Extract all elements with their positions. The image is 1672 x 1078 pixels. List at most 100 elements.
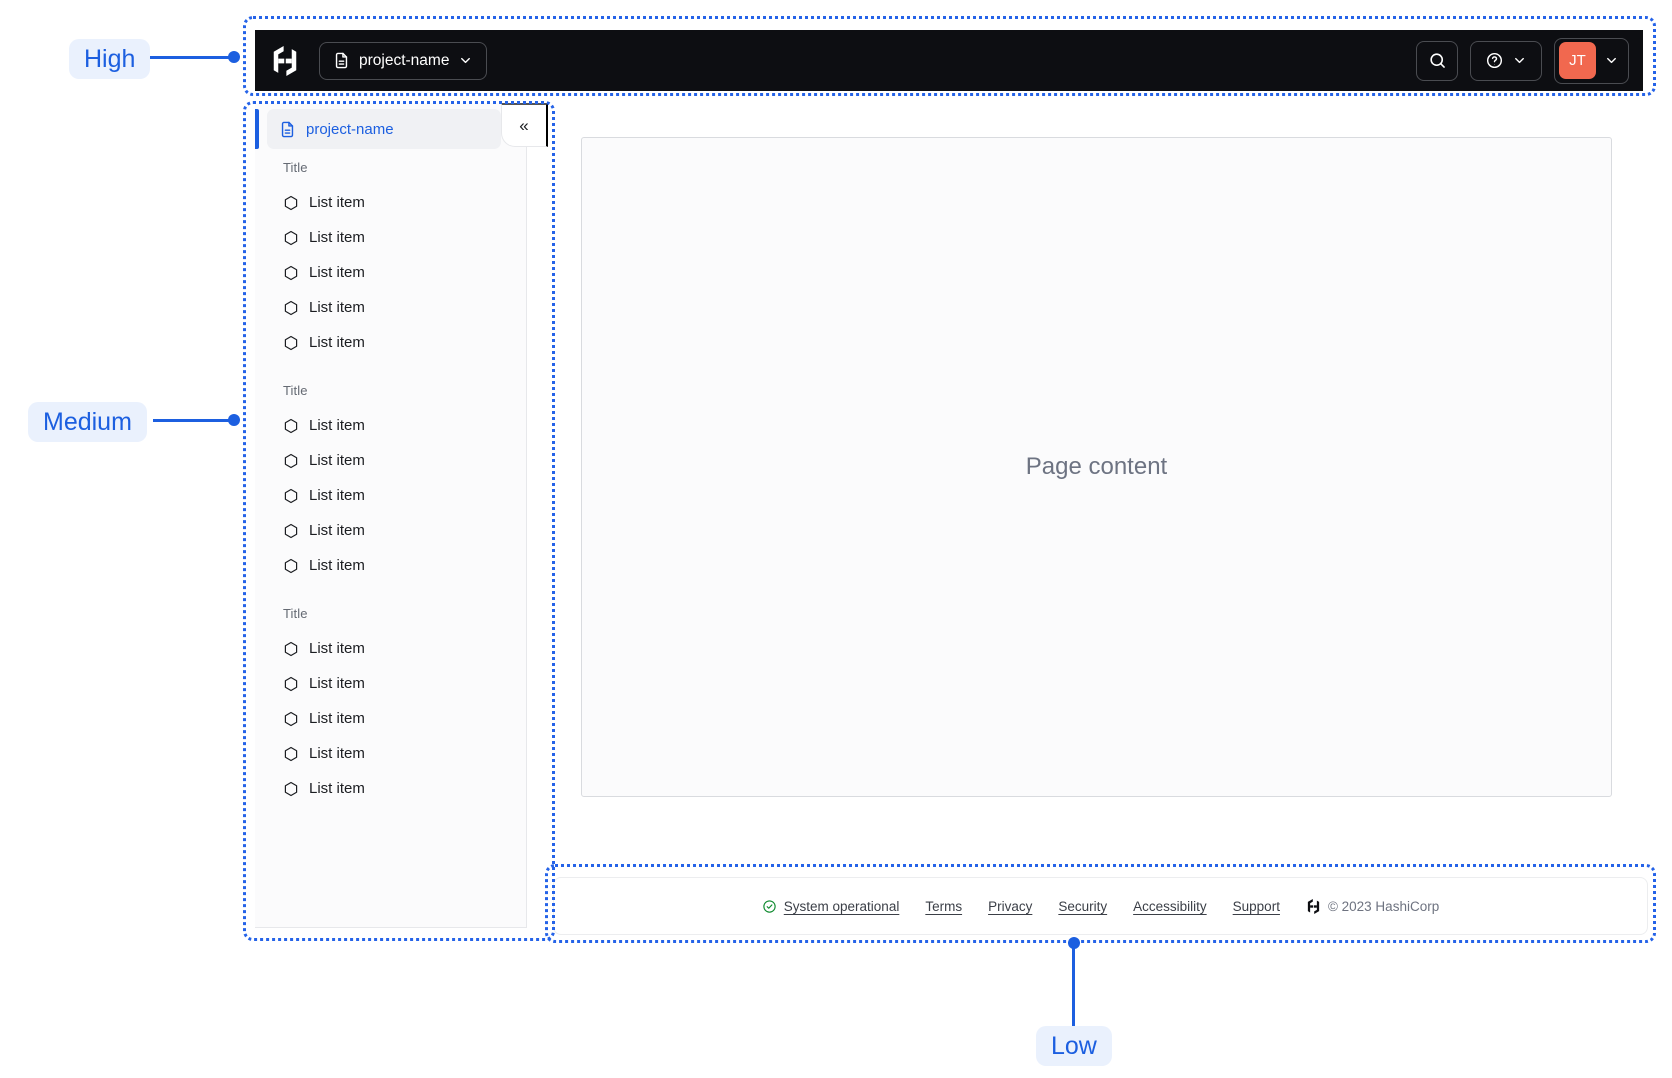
hexagon-icon	[284, 300, 298, 315]
sidebar-list-item[interactable]: List item	[255, 701, 526, 736]
sidebar-list-item[interactable]: List item	[255, 255, 526, 290]
list-item-label: List item	[309, 675, 365, 692]
sidebar-project-label: project-name	[306, 120, 394, 138]
hashicorp-logo[interactable]	[269, 45, 301, 77]
footer: System operational Terms Privacy Securit…	[553, 877, 1648, 935]
list-item-label: List item	[309, 229, 365, 246]
annotated-screenshot: project-name JT project-name Title List …	[0, 0, 1672, 1078]
sidebar-group: Title List item List item List item List…	[255, 583, 526, 806]
annotation-label-low: Low	[1036, 1026, 1112, 1066]
chevron-down-icon	[1607, 57, 1616, 64]
top-navbar: project-name JT	[255, 30, 1643, 91]
footer-links: Terms Privacy Security Accessibility Sup…	[925, 899, 1280, 914]
footer-row: System operational Terms Privacy Securit…	[762, 898, 1440, 914]
footer-link[interactable]: Privacy	[988, 899, 1032, 914]
sidebar: project-name Title List item List item L…	[255, 103, 527, 928]
list-item-label: List item	[309, 710, 365, 727]
footer-link[interactable]: Terms	[925, 899, 962, 914]
list-item-label: List item	[309, 640, 365, 657]
sidebar-list-item[interactable]: List item	[255, 443, 526, 478]
sidebar-group: Title List item List item List item List…	[255, 360, 526, 583]
hexagon-icon	[284, 676, 298, 691]
group-title: Title	[283, 160, 308, 175]
footer-link[interactable]: Security	[1058, 899, 1107, 914]
footer-brand: © 2023 HashiCorp	[1306, 898, 1440, 914]
group-list: List item List item List item List item …	[255, 631, 526, 806]
hexagon-icon	[284, 711, 298, 726]
sidebar-list-item[interactable]: List item	[255, 666, 526, 701]
hexagon-icon	[284, 781, 298, 796]
annotation-label-medium: Medium	[28, 402, 147, 442]
project-switcher-label: project-name	[359, 51, 450, 69]
footer-link[interactable]: Accessibility	[1133, 899, 1207, 914]
hexagon-icon	[284, 230, 298, 245]
search-button[interactable]	[1416, 40, 1458, 81]
file-text-icon	[281, 121, 294, 137]
sidebar-list-item[interactable]: List item	[255, 631, 526, 666]
list-item-label: List item	[309, 417, 365, 434]
hexagon-icon	[284, 641, 298, 656]
chevron-down-icon	[461, 57, 471, 64]
hexagon-icon	[284, 558, 298, 573]
project-switcher-button[interactable]: project-name	[319, 41, 488, 80]
annotation-connector-low	[1072, 946, 1075, 1026]
sidebar-collapse-button[interactable]: «	[501, 103, 548, 147]
list-item-label: List item	[309, 194, 365, 211]
annotation-dot-high	[228, 51, 240, 63]
hexagon-icon	[284, 453, 298, 468]
sidebar-list-item[interactable]: List item	[255, 513, 526, 548]
group-title: Title	[283, 606, 308, 621]
hexagon-icon	[284, 195, 298, 210]
main-content-panel: Page content	[581, 137, 1612, 797]
sidebar-list-item[interactable]: List item	[255, 736, 526, 771]
file-text-icon	[335, 52, 348, 69]
hexagon-icon	[284, 418, 298, 433]
hexagon-icon	[284, 523, 298, 538]
collapse-chevrons-icon: «	[519, 115, 529, 135]
list-item-label: List item	[309, 299, 365, 316]
hashicorp-logo-icon	[1307, 898, 1320, 914]
sidebar-group: Title List item List item List item List…	[255, 151, 526, 360]
hexagon-icon	[284, 746, 298, 761]
annotation-connector-medium	[153, 419, 234, 422]
search-icon	[1429, 53, 1445, 68]
footer-link[interactable]: Support	[1233, 899, 1280, 914]
sidebar-list-item[interactable]: List item	[255, 325, 526, 360]
copyright-text: © 2023 HashiCorp	[1327, 898, 1440, 914]
list-item-label: List item	[309, 780, 365, 797]
sidebar-nav: Title List item List item List item List…	[255, 151, 526, 806]
sidebar-list-item[interactable]: List item	[255, 771, 526, 806]
annotation-dot-low	[1068, 937, 1080, 949]
group-title: Title	[283, 383, 308, 398]
list-item-label: List item	[309, 452, 365, 469]
list-item-label: List item	[309, 334, 365, 351]
chevron-down-icon	[1515, 57, 1524, 64]
sidebar-list-item[interactable]: List item	[255, 548, 526, 583]
hexagon-icon	[284, 335, 298, 350]
sidebar-list-item[interactable]: List item	[255, 185, 526, 220]
group-list: List item List item List item List item …	[255, 185, 526, 360]
active-indicator	[255, 109, 259, 149]
sidebar-project-header[interactable]: project-name	[267, 109, 501, 149]
system-status-link[interactable]: System operational	[762, 898, 900, 914]
sidebar-list-item[interactable]: List item	[255, 290, 526, 325]
system-status-label: System operational	[783, 898, 900, 914]
help-dropdown-button[interactable]	[1470, 40, 1542, 81]
list-item-label: List item	[309, 557, 365, 574]
avatar: JT	[1559, 42, 1596, 79]
sidebar-list-item[interactable]: List item	[255, 220, 526, 255]
list-item-label: List item	[309, 487, 365, 504]
hexagon-icon	[284, 488, 298, 503]
annotation-dot-medium	[228, 414, 240, 426]
annotation-label-high: High	[69, 39, 151, 79]
sidebar-list-item[interactable]: List item	[255, 478, 526, 513]
list-item-label: List item	[309, 522, 365, 539]
navbar-actions: JT	[1416, 37, 1629, 84]
annotation-connector-high	[150, 56, 234, 59]
hexagon-icon	[284, 265, 298, 280]
group-list: List item List item List item List item …	[255, 408, 526, 583]
user-menu-button[interactable]: JT	[1554, 37, 1629, 84]
sidebar-list-item[interactable]: List item	[255, 408, 526, 443]
help-icon	[1486, 52, 1503, 69]
check-circle-icon	[763, 899, 776, 913]
